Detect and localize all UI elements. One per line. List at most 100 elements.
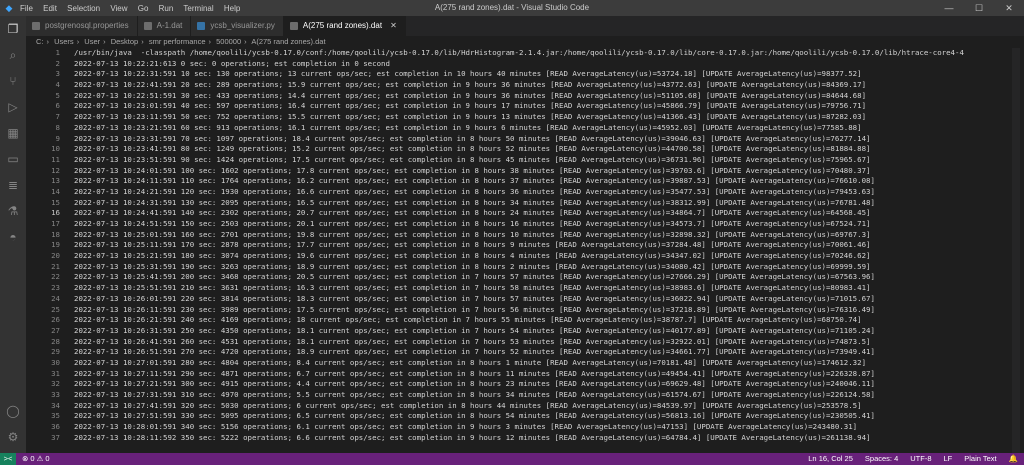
tab-ycsb-visualizer-py[interactable]: ycsb_visualizer.py — [191, 16, 284, 36]
extensions-icon[interactable]: ▦ — [4, 124, 22, 142]
code-line[interactable]: 34 2022-07-13 10:27:41:591 320 sec: 5030 … — [26, 401, 1020, 412]
line-number: 20 — [51, 251, 60, 261]
code-line[interactable]: 17 2022-07-13 10:24:51:591 150 sec: 2503 … — [26, 219, 1020, 230]
code-line[interactable]: 4 2022-07-13 10:22:41:591 20 sec: 289 ope… — [26, 80, 1020, 91]
code-line[interactable]: 6 2022-07-13 10:23:01:591 40 sec: 597 ope… — [26, 101, 1020, 112]
tab-postgrenosql-properties[interactable]: postgrenosql.properties — [26, 16, 138, 36]
search-icon[interactable]: ⌕ — [4, 46, 22, 64]
code-line[interactable]: 31 2022-07-13 10:27:11:591 290 sec: 4871 … — [26, 369, 1020, 380]
references-icon[interactable]: ≣ — [4, 176, 22, 194]
breadcrumb-item[interactable]: A(275 rand zones).dat — [251, 37, 325, 46]
menu-terminal[interactable]: Terminal — [183, 4, 213, 13]
code-line[interactable]: 16 2022-07-13 10:24:41:591 140 sec: 2302 … — [26, 208, 1020, 219]
line-text: 2022-07-13 10:26:21:591 240 sec: 4169 op… — [74, 315, 862, 325]
line-text: 2022-07-13 10:27:51:591 330 sec: 5095 op… — [74, 411, 875, 421]
line-text: 2022-07-13 10:22:21:613 0 sec: 0 operati… — [74, 58, 390, 68]
code-line[interactable]: 26 2022-07-13 10:26:21:591 240 sec: 4169 … — [26, 315, 1020, 326]
line-text: 2022-07-13 10:22:41:591 20 sec: 289 oper… — [74, 80, 867, 90]
code-line[interactable]: 15 2022-07-13 10:24:31:591 130 sec: 2095 … — [26, 198, 1020, 209]
code-line[interactable]: 3 2022-07-13 10:22:31:591 10 sec: 130 ope… — [26, 69, 1020, 80]
code-line[interactable]: 18 2022-07-13 10:25:01:591 160 sec: 2701 … — [26, 230, 1020, 241]
code-line[interactable]: 5 2022-07-13 10:22:51:591 30 sec: 433 ope… — [26, 91, 1020, 102]
line-number: 34 — [51, 400, 60, 410]
breadcrumb-item[interactable]: Desktop — [111, 37, 139, 46]
problems-indicator[interactable]: ⊗ 0 ⚠ 0 — [22, 453, 50, 465]
close-tab-icon[interactable]: ✕ — [390, 16, 397, 36]
explorer-icon[interactable]: ❐ — [4, 20, 22, 38]
chevron-right-icon: › — [103, 37, 106, 46]
breadcrumb-item[interactable]: User — [84, 37, 100, 46]
menu-edit[interactable]: Edit — [43, 4, 57, 13]
code-line[interactable]: 37 2022-07-13 10:28:11:592 350 sec: 5222 … — [26, 433, 1020, 444]
code-line[interactable]: 13 2022-07-13 10:24:11:591 110 sec: 1764 … — [26, 176, 1020, 187]
run-debug-icon[interactable]: ▷ — [4, 98, 22, 116]
code-line[interactable]: 22 2022-07-13 10:25:41:591 200 sec: 3468 … — [26, 272, 1020, 283]
line-number: 23 — [51, 283, 60, 293]
code-line[interactable]: 25 2022-07-13 10:26:11:591 230 sec: 3989 … — [26, 305, 1020, 316]
line-number: 12 — [51, 165, 60, 175]
source-control-icon[interactable]: ⑂ — [4, 72, 22, 90]
minimap[interactable] — [1012, 48, 1020, 453]
testing-icon[interactable]: ⚗ — [4, 202, 22, 220]
code-line[interactable]: 10 2022-07-13 10:23:41:591 80 sec: 1249 o… — [26, 144, 1020, 155]
code-line[interactable]: 27 2022-07-13 10:26:31:591 250 sec: 4350 … — [26, 326, 1020, 337]
menu-help[interactable]: Help — [224, 4, 240, 13]
code-line[interactable]: 21 2022-07-13 10:25:31:591 190 sec: 3263 … — [26, 262, 1020, 273]
breadcrumb-item[interactable]: Users — [54, 37, 74, 46]
code-line[interactable]: 23 2022-07-13 10:25:51:591 210 sec: 3631 … — [26, 283, 1020, 294]
code-line[interactable]: 24 2022-07-13 10:26:01:591 220 sec: 3814 … — [26, 294, 1020, 305]
line-number: 1 — [55, 48, 60, 57]
code-line[interactable]: 9 2022-07-13 10:23:31:591 70 sec: 1097 op… — [26, 134, 1020, 145]
docker-icon[interactable]: ◓ — [4, 228, 22, 246]
breadcrumb-item[interactable]: C: — [36, 37, 44, 46]
tab-a1-dat[interactable]: A-1.dat — [137, 16, 192, 36]
line-text: 2022-07-13 10:26:01:591 220 sec: 3814 op… — [74, 293, 875, 303]
code-line[interactable]: 33 2022-07-13 10:27:31:591 310 sec: 4970 … — [26, 390, 1020, 401]
end-of-line[interactable]: LF — [944, 453, 953, 465]
remote-explorer-icon[interactable]: ▭ — [4, 150, 22, 168]
gear-icon[interactable]: ⚙ — [4, 428, 22, 446]
chevron-right-icon: › — [208, 37, 212, 46]
code-line[interactable]: 8 2022-07-13 10:23:21:591 60 sec: 913 ope… — [26, 123, 1020, 134]
remote-indicator[interactable]: >< — [0, 453, 16, 465]
code-line[interactable]: 32 2022-07-13 10:27:21:591 300 sec: 4915 … — [26, 379, 1020, 390]
line-number: 17 — [51, 219, 60, 228]
menu-run[interactable]: Run — [159, 4, 174, 13]
menu-go[interactable]: Go — [138, 4, 149, 13]
code-line[interactable]: 1/usr/bin/java -classpath /home/qoolili/… — [26, 48, 1020, 59]
close-window-icon[interactable]: ✕ — [994, 0, 1024, 16]
menu-selection[interactable]: Selection — [67, 4, 100, 13]
line-number: 31 — [51, 368, 60, 378]
encoding[interactable]: UTF-8 — [910, 453, 931, 465]
account-icon[interactable]: ◯ — [4, 402, 22, 420]
code-line[interactable]: 12 2022-07-13 10:24:01:591 100 sec: 1602 … — [26, 166, 1020, 177]
minimize-icon[interactable]: — — [934, 0, 964, 16]
code-line[interactable]: 20 2022-07-13 10:25:21:591 180 sec: 3074 … — [26, 251, 1020, 262]
code-line[interactable]: 35 2022-07-13 10:27:51:591 330 sec: 5095 … — [26, 411, 1020, 422]
code-line[interactable]: 19 2022-07-13 10:25:11:591 170 sec: 2878 … — [26, 240, 1020, 251]
code-line[interactable]: 14 2022-07-13 10:24:21:591 120 sec: 1930 … — [26, 187, 1020, 198]
tab-label: A(275 rand zones).dat — [302, 21, 383, 30]
line-number: 29 — [51, 347, 60, 357]
menu-view[interactable]: View — [110, 4, 127, 13]
language-mode[interactable]: Plain Text — [964, 453, 996, 465]
editor-text-area[interactable]: 1/usr/bin/java -classpath /home/qoolili/… — [26, 48, 1020, 453]
breadcrumb-item[interactable]: smr performance — [149, 37, 206, 46]
code-line[interactable]: 30 2022-07-13 10:27:01:591 280 sec: 4804 … — [26, 358, 1020, 369]
chevron-right-icon: › — [141, 37, 144, 46]
line-text: 2022-07-13 10:25:31:591 190 sec: 3263 op… — [74, 261, 871, 271]
code-line[interactable]: 28 2022-07-13 10:26:41:591 260 sec: 4531 … — [26, 337, 1020, 348]
code-line[interactable]: 7 2022-07-13 10:23:11:591 50 sec: 752 ope… — [26, 112, 1020, 123]
code-line[interactable]: 29 2022-07-13 10:26:51:591 270 sec: 4720 … — [26, 347, 1020, 358]
notifications-icon[interactable]: 🔔 — [1009, 453, 1018, 465]
tab-a275-rand-zones-dat[interactable]: A(275 rand zones).dat ✕ — [283, 16, 406, 36]
line-text: 2022-07-13 10:24:11:591 110 sec: 1764 op… — [74, 176, 875, 186]
indentation[interactable]: Spaces: 4 — [865, 453, 898, 465]
code-line[interactable]: 2 2022-07-13 10:22:21:613 0 sec: 0 operat… — [26, 59, 1020, 70]
breadcrumb-item[interactable]: 500000 — [216, 37, 241, 46]
menu-file[interactable]: File — [20, 4, 33, 13]
code-line[interactable]: 36 2022-07-13 10:28:01:591 340 sec: 5156 … — [26, 422, 1020, 433]
cursor-position[interactable]: Ln 16, Col 25 — [808, 453, 853, 465]
code-line[interactable]: 11 2022-07-13 10:23:51:591 90 sec: 1424 o… — [26, 155, 1020, 166]
maximize-icon[interactable]: ☐ — [964, 0, 994, 16]
